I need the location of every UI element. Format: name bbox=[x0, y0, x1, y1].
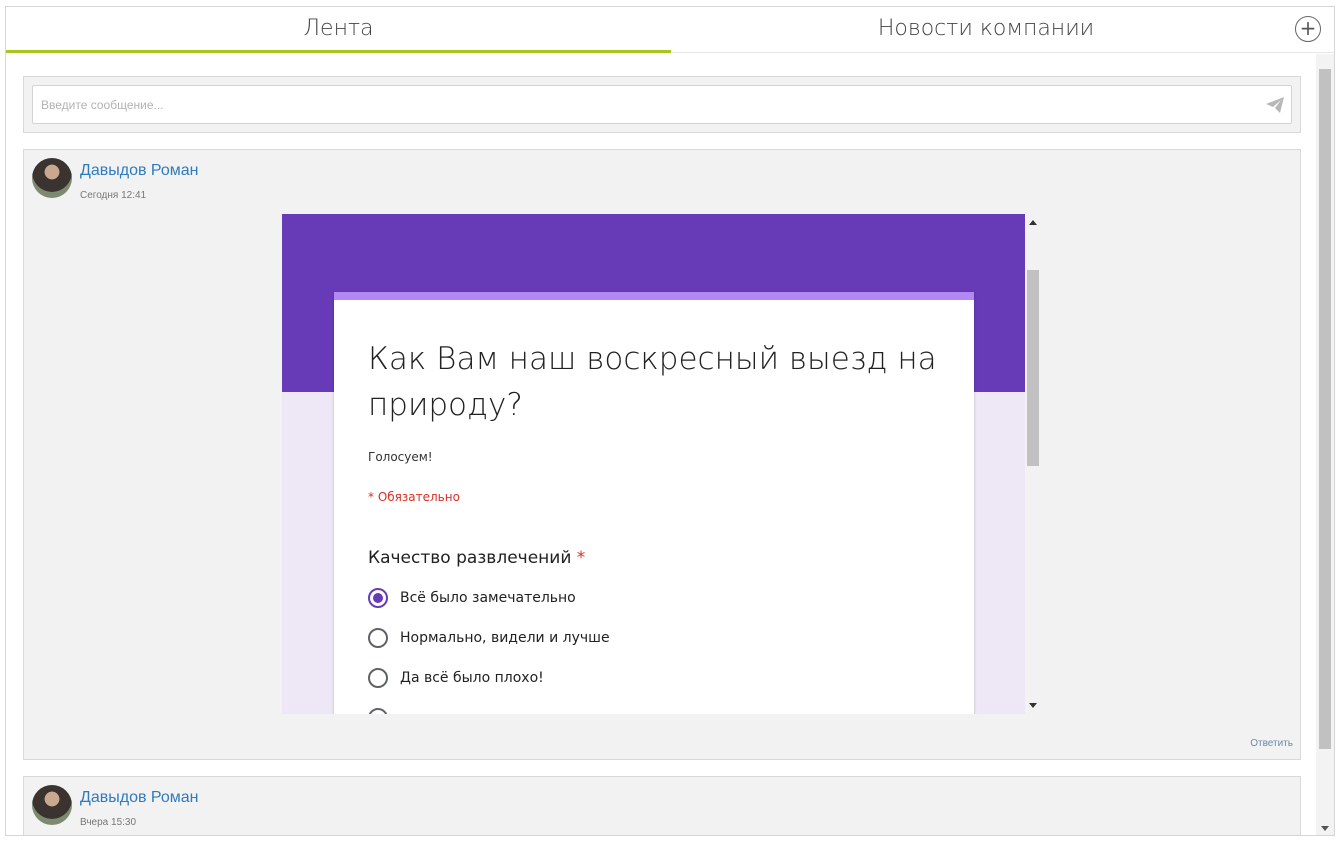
scroll-thumb[interactable] bbox=[1027, 270, 1039, 466]
scroll-up-icon[interactable] bbox=[1029, 220, 1037, 225]
radio-unchecked-icon[interactable] bbox=[368, 668, 388, 688]
form-card: Как Вам наш воскресный выезд на природу?… bbox=[334, 292, 974, 714]
compose-box bbox=[23, 76, 1301, 133]
feed-post: Давыдов Роман Вчера 15:30 bbox=[23, 776, 1301, 835]
reply-link[interactable]: Ответить bbox=[1250, 738, 1293, 749]
form-description: Голосуем! bbox=[368, 450, 433, 464]
paper-plane-icon[interactable] bbox=[1266, 97, 1284, 113]
question-label: Качество развлечений bbox=[368, 548, 572, 568]
option-label: Да всё было плохо! bbox=[400, 670, 544, 686]
scroll-down-icon[interactable] bbox=[1029, 703, 1037, 708]
scroll-down-icon[interactable] bbox=[1321, 826, 1329, 831]
form-title: Как Вам наш воскресный выезд на природу? bbox=[368, 341, 937, 423]
required-note: * Обязательно bbox=[368, 490, 460, 504]
message-input[interactable] bbox=[32, 85, 1292, 124]
avatar[interactable] bbox=[32, 785, 72, 825]
required-mark: * bbox=[576, 548, 586, 568]
tab-bar: Лента Новости компании + bbox=[6, 7, 1334, 53]
embedded-form: Как Вам наш воскресный выезд на природу?… bbox=[282, 214, 1042, 714]
page-scrollbar[interactable] bbox=[1316, 54, 1334, 835]
option-label: Нормально, видели и лучше bbox=[400, 630, 610, 646]
embed-scrollbar[interactable] bbox=[1025, 214, 1042, 714]
app-frame: Лента Новости компании + Давыдов Роман С… bbox=[5, 6, 1335, 836]
post-time: Сегодня 12:41 bbox=[80, 190, 147, 201]
post-author[interactable]: Давыдов Роман bbox=[80, 789, 199, 807]
tab-company-news[interactable]: Новости компании bbox=[671, 7, 1301, 53]
radio-unchecked-icon[interactable] bbox=[368, 628, 388, 648]
post-time: Вчера 15:30 bbox=[80, 817, 137, 828]
avatar[interactable] bbox=[32, 158, 72, 198]
post-author[interactable]: Давыдов Роман bbox=[80, 162, 199, 180]
scroll-thumb[interactable] bbox=[1319, 69, 1331, 749]
plus-circle-icon[interactable]: + bbox=[1295, 16, 1321, 42]
question-title: Качество развлечений * bbox=[368, 548, 585, 568]
tab-feed[interactable]: Лента bbox=[6, 7, 671, 53]
feed-content: Давыдов Роман Сегодня 12:41 Как Вам наш … bbox=[6, 54, 1316, 835]
radio-checked-icon[interactable] bbox=[368, 588, 388, 608]
radio-unchecked-icon[interactable] bbox=[368, 708, 388, 714]
option-label: Всё было замечательно bbox=[400, 590, 576, 606]
feed-post: Давыдов Роман Сегодня 12:41 Как Вам наш … bbox=[23, 149, 1301, 760]
